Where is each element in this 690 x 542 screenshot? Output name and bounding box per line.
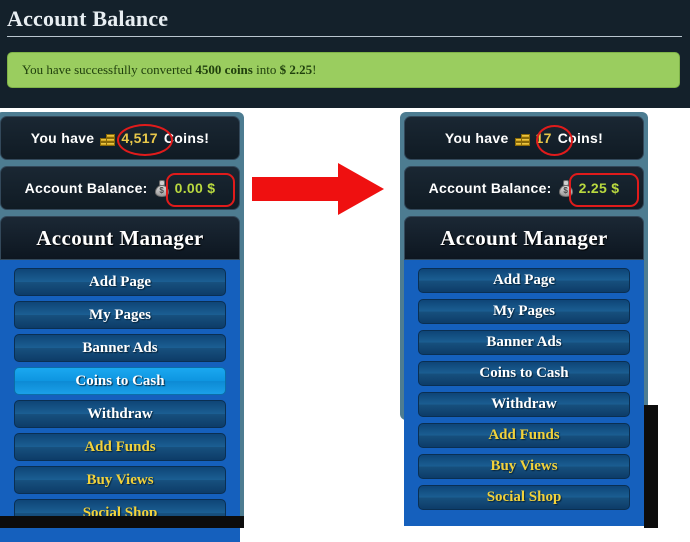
before-balance-label: Account Balance: <box>24 180 148 196</box>
money-bag-symbol: $ <box>159 185 164 195</box>
page-title: Account Balance <box>7 6 169 31</box>
menu-item-withdraw[interactable]: Withdraw <box>418 392 630 417</box>
coins-stack-icon <box>514 131 532 146</box>
coins-stack-icon <box>100 131 117 146</box>
after-coins-box: You have 17 Coins! <box>404 116 644 160</box>
alert-middle: into <box>252 62 280 77</box>
menu-item-buy-views[interactable]: Buy Views <box>14 466 226 494</box>
after-balance-label: Account Balance: <box>428 180 552 196</box>
menu-item-buy-views[interactable]: Buy Views <box>418 454 630 479</box>
arrow-shaft <box>252 177 340 201</box>
money-bag-icon: $ <box>154 179 170 197</box>
before-account-manager-header: Account Manager <box>0 216 240 260</box>
red-right-arrow-icon <box>252 163 384 215</box>
menu-item-my-pages[interactable]: My Pages <box>418 299 630 324</box>
after-account-manager-header: Account Manager <box>404 216 644 260</box>
menu-item-add-funds[interactable]: Add Funds <box>14 433 226 461</box>
after-account-manager-title: Account Manager <box>440 225 608 250</box>
title-divider <box>7 36 682 37</box>
arrow-head <box>338 163 384 215</box>
alert-coins-amount: 4500 coins <box>195 62 253 77</box>
menu-item-add-page[interactable]: Add Page <box>14 268 226 296</box>
menu-item-my-pages[interactable]: My Pages <box>14 301 226 329</box>
before-account-manager-title: Account Manager <box>36 225 204 250</box>
after-state-panel: You have 17 Coins! Account Balance: $ 2.… <box>400 112 648 526</box>
money-bag-icon: $ <box>558 179 574 197</box>
before-coins-label-suffix: Coins! <box>163 130 210 146</box>
before-panel-footer-strip <box>0 516 244 528</box>
menu-item-banner-ads[interactable]: Banner Ads <box>418 330 630 355</box>
success-alert-text: You have successfully converted 4500 coi… <box>8 62 316 78</box>
after-account-manager-menu: Add Page My Pages Banner Ads Coins to Cash W… <box>404 260 644 526</box>
menu-item-coins-to-cash[interactable]: Coins to Cash <box>14 367 226 395</box>
after-coins-label-prefix: You have <box>444 130 509 146</box>
after-balance-box: Account Balance: $ 2.25 $ <box>404 166 644 210</box>
before-account-manager-menu: Add Page My Pages Banner Ads Coins to Cash W… <box>0 260 240 542</box>
success-alert: You have successfully converted 4500 coi… <box>7 52 680 88</box>
before-balance-box: Account Balance: $ 0.00 $ <box>0 166 240 210</box>
menu-item-banner-ads[interactable]: Banner Ads <box>14 334 226 362</box>
after-coins-label-suffix: Coins! <box>557 130 604 146</box>
before-coins-value: 4,517 <box>121 130 158 146</box>
alert-cash-amount: $ 2.25 <box>279 62 313 77</box>
after-panel-footer-strip <box>644 405 658 528</box>
before-coins-box: You have 4,517 Coins! <box>0 116 240 160</box>
menu-item-withdraw[interactable]: Withdraw <box>14 400 226 428</box>
after-coins-value: 17 <box>535 130 552 146</box>
before-balance-value: 0.00 $ <box>174 180 216 196</box>
alert-prefix: You have successfully converted <box>22 62 196 77</box>
menu-item-add-funds[interactable]: Add Funds <box>418 423 630 448</box>
after-balance-value: 2.25 $ <box>578 180 620 196</box>
menu-item-add-page[interactable]: Add Page <box>418 268 630 293</box>
money-bag-symbol: $ <box>563 185 568 195</box>
menu-item-coins-to-cash[interactable]: Coins to Cash <box>418 361 630 386</box>
menu-item-social-shop[interactable]: Social Shop <box>418 485 630 510</box>
alert-suffix: ! <box>312 62 317 77</box>
page-header: Account Balance You have successfully co… <box>0 0 690 108</box>
before-coins-label-prefix: You have <box>30 130 95 146</box>
before-state-panel: You have 4,517 Coins! Account Balance: $… <box>0 112 244 542</box>
